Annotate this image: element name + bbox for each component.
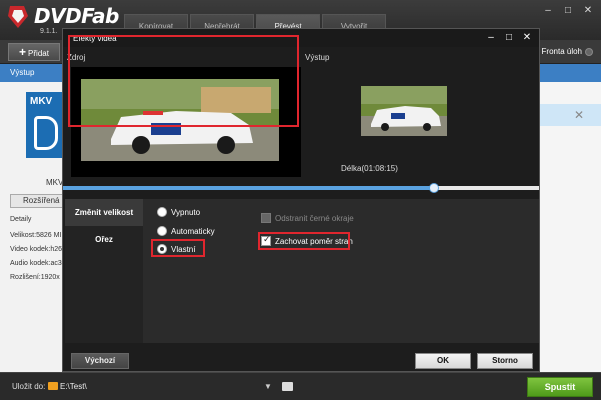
seek-slider-handle[interactable] xyxy=(429,183,439,193)
effects-settings-panel: Změnit velikost Ořez Vypnuto Automaticky… xyxy=(65,199,539,343)
output-path-field[interactable]: E:\Test\ xyxy=(60,380,274,394)
selected-title-row[interactable] xyxy=(540,104,601,126)
version-label: 9.1.1. xyxy=(40,28,58,35)
detail-audio-codec: Audio kodek:ac3 xyxy=(10,260,62,267)
source-info-panel: MKV MKV Rozšířená n Detaily Velikost:582… xyxy=(0,82,70,372)
profile-head-icon xyxy=(34,116,58,150)
detail-resolution: Rozlišení:1920x xyxy=(10,274,60,281)
keep-aspect-highlight xyxy=(258,232,350,250)
window-controls: – □ ✕ xyxy=(541,4,595,18)
remove-borders-checkbox xyxy=(261,213,271,223)
custom-option-highlight xyxy=(151,239,205,257)
dialog-window-controls: – □ ✕ xyxy=(485,31,533,45)
video-effects-dialog: Efekty videa – □ ✕ Zdroj Výstup Délka(01… xyxy=(62,28,540,372)
format-badge-label: MKV xyxy=(30,96,53,107)
seek-slider[interactable] xyxy=(63,183,539,193)
minimize-icon[interactable]: – xyxy=(541,4,555,18)
close-icon[interactable]: ✕ xyxy=(521,31,533,45)
task-queue-button[interactable]: Fronta úloh xyxy=(542,43,593,61)
output-video-frame xyxy=(361,86,447,136)
queue-status-icon xyxy=(585,48,593,56)
ok-button[interactable]: OK xyxy=(415,353,471,369)
chevron-down-icon[interactable]: ▼ xyxy=(264,380,272,394)
tab-crop[interactable]: Ořez xyxy=(65,226,143,253)
remove-icon[interactable]: ✕ xyxy=(574,108,584,122)
format-badge[interactable]: MKV xyxy=(26,92,62,158)
add-button-label: Přidat xyxy=(28,49,49,58)
radio-off-option[interactable]: Vypnuto xyxy=(157,207,200,217)
tab-resize[interactable]: Změnit velikost xyxy=(65,199,143,226)
duration-label: Délka(01:08:15) xyxy=(341,164,398,173)
title-list xyxy=(540,82,601,372)
close-icon[interactable]: ✕ xyxy=(581,4,595,18)
radio-off-label: Vypnuto xyxy=(171,207,201,217)
dvdfab-logo-icon xyxy=(8,6,28,28)
cancel-button[interactable]: Storno xyxy=(477,353,533,369)
restore-icon[interactable]: □ xyxy=(561,4,575,18)
remove-borders-label: Odstranit černé okraje xyxy=(275,213,354,223)
add-button[interactable]: + Přidat xyxy=(8,43,60,61)
task-queue-label: Fronta úloh xyxy=(541,47,582,56)
details-header: Detaily xyxy=(10,216,32,223)
plus-icon: + xyxy=(19,45,27,59)
brand-name: DVDFab xyxy=(34,4,119,28)
maximize-icon[interactable]: □ xyxy=(503,31,515,45)
output-label: Výstup xyxy=(305,53,330,62)
bottom-bar: Uložit do: E:\Test\ ▼ Spustit xyxy=(0,372,601,400)
default-button[interactable]: Výchozí xyxy=(71,353,129,369)
effects-tabs: Změnit velikost Ořez xyxy=(65,199,143,343)
folder-icon xyxy=(48,382,58,390)
advanced-settings-button[interactable]: Rozšířená n xyxy=(10,194,70,208)
browse-folder-icon[interactable] xyxy=(282,382,293,391)
format-name: MKV xyxy=(46,178,64,187)
start-button[interactable]: Spustit xyxy=(527,377,593,397)
detail-size: Velikost:5826 MI xyxy=(10,232,62,239)
detail-video-codec: Video kodek:h26 xyxy=(10,246,63,253)
save-to-label: Uložit do: xyxy=(12,382,46,391)
output-column-header: Výstup xyxy=(10,68,35,77)
radio-auto-label: Automaticky xyxy=(171,226,215,236)
radio-auto-option[interactable]: Automaticky xyxy=(157,226,215,236)
seek-slider-fill xyxy=(63,186,434,190)
minimize-icon[interactable]: – xyxy=(485,31,497,45)
radio-off[interactable] xyxy=(157,207,167,217)
source-crop-highlight xyxy=(68,35,299,127)
remove-borders-option: Odstranit černé okraje xyxy=(261,213,354,223)
radio-auto[interactable] xyxy=(157,226,167,236)
